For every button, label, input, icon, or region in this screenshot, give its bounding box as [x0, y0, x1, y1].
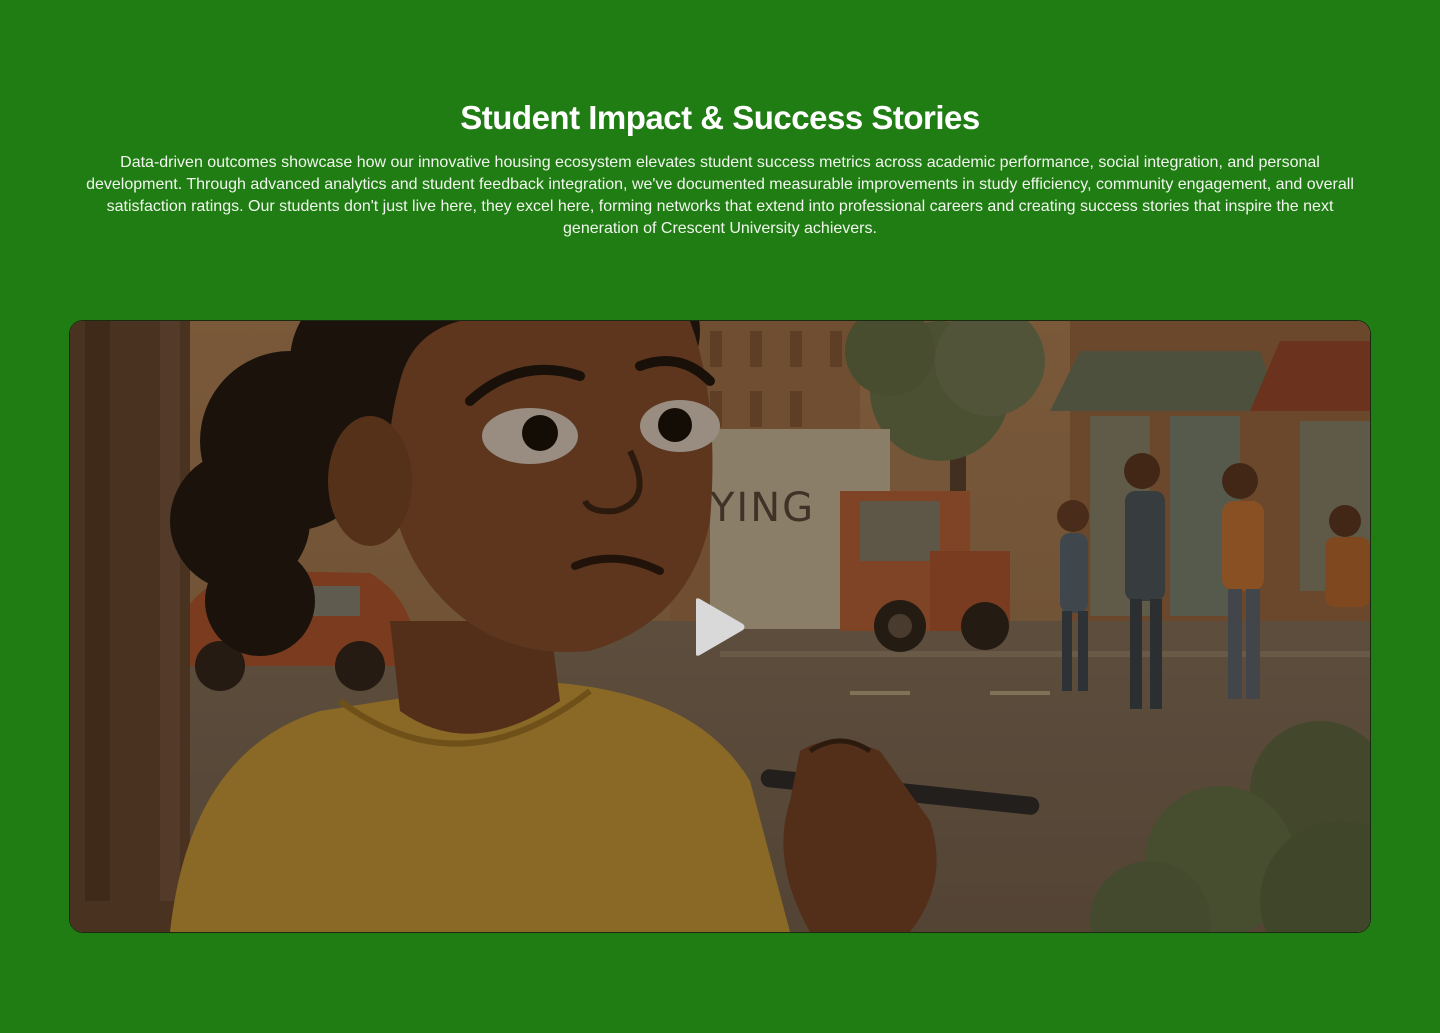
success-stories-section: Student Impact & Success Stories Data-dr… — [0, 0, 1440, 1033]
video-player[interactable]: YING — [69, 320, 1371, 933]
section-title: Student Impact & Success Stories — [460, 99, 980, 136]
section-description: Data-driven outcomes showcase how our in… — [86, 154, 1354, 237]
play-icon[interactable] — [692, 597, 746, 657]
